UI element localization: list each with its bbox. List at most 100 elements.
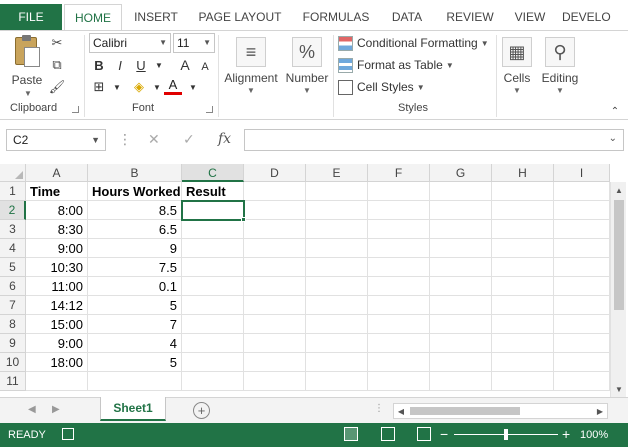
cancel-icon[interactable]: ✕	[148, 131, 160, 148]
cell-h3[interactable]	[492, 220, 554, 239]
cell-a10[interactable]: 18:00	[26, 353, 88, 372]
scroll-down-icon[interactable]: ▼	[611, 381, 627, 397]
chevron-down-icon[interactable]: ⌄	[609, 133, 617, 144]
formula-input[interactable]: ⌄	[244, 129, 624, 151]
font-size-combo[interactable]: 11 ▼	[173, 33, 215, 53]
cell-a1[interactable]: Time	[26, 182, 88, 201]
cell-f8[interactable]	[368, 315, 430, 334]
cell-g8[interactable]	[430, 315, 492, 334]
cell-c9[interactable]	[182, 334, 244, 353]
name-box[interactable]: C2 ▼	[6, 129, 106, 151]
cell-a8[interactable]: 15:00	[26, 315, 88, 334]
font-name-combo[interactable]: Calibri ▼	[89, 33, 171, 53]
cell-i3[interactable]	[554, 220, 610, 239]
cell-f5[interactable]	[368, 258, 430, 277]
row-header-3[interactable]: 3	[0, 220, 26, 239]
sheet-tab[interactable]: Sheet1	[100, 397, 166, 421]
cell-i7[interactable]	[554, 296, 610, 315]
row-header-1[interactable]: 1	[0, 182, 26, 201]
alignment-button[interactable]: ≡ Alignment ▼	[224, 35, 278, 99]
cell-e9[interactable]	[306, 334, 368, 353]
cell-c11[interactable]	[182, 372, 244, 391]
column-header-f[interactable]: F	[368, 164, 430, 182]
cell-g6[interactable]	[430, 277, 492, 296]
cell-h2[interactable]	[492, 201, 554, 220]
cell-c3[interactable]	[182, 220, 244, 239]
cell-g11[interactable]	[430, 372, 492, 391]
normal-view-icon[interactable]	[344, 427, 358, 441]
cell-i5[interactable]	[554, 258, 610, 277]
chevron-down-icon[interactable]: ▼	[150, 56, 168, 74]
sheet-next-icon[interactable]: ▶	[52, 404, 60, 415]
cell-i6[interactable]	[554, 277, 610, 296]
cell-e4[interactable]	[306, 239, 368, 258]
italic-button[interactable]: I	[111, 56, 129, 74]
editing-button[interactable]: ⚲ Editing ▼	[540, 35, 580, 99]
cell-b7[interactable]: 5	[88, 296, 182, 315]
cell-d7[interactable]	[244, 296, 306, 315]
tab-developer[interactable]: DEVELO	[562, 4, 628, 30]
cell-d10[interactable]	[244, 353, 306, 372]
cell-d5[interactable]	[244, 258, 306, 277]
paste-button[interactable]: Paste ▼	[8, 35, 46, 99]
cell-i11[interactable]	[554, 372, 610, 391]
cell-b4[interactable]: 9	[88, 239, 182, 258]
cell-i9[interactable]	[554, 334, 610, 353]
tab-home[interactable]: HOME	[64, 4, 122, 30]
cell-a5[interactable]: 10:30	[26, 258, 88, 277]
select-all-button[interactable]	[0, 164, 26, 182]
underline-button[interactable]: U	[132, 56, 150, 74]
cell-b9[interactable]: 4	[88, 334, 182, 353]
row-header-7[interactable]: 7	[0, 296, 26, 315]
column-header-e[interactable]: E	[306, 164, 368, 182]
scroll-thumb[interactable]	[614, 200, 624, 310]
cell-e1[interactable]	[306, 182, 368, 201]
format-as-table-button[interactable]: Format as Table ▼	[338, 55, 454, 75]
column-header-b[interactable]: B	[88, 164, 182, 182]
cell-b6[interactable]: 0.1	[88, 277, 182, 296]
cell-d3[interactable]	[244, 220, 306, 239]
conditional-formatting-button[interactable]: Conditional Formatting ▼	[338, 33, 489, 53]
cell-a7[interactable]: 14:12	[26, 296, 88, 315]
cell-e8[interactable]	[306, 315, 368, 334]
row-header-6[interactable]: 6	[0, 277, 26, 296]
cell-e11[interactable]	[306, 372, 368, 391]
cell-e7[interactable]	[306, 296, 368, 315]
cell-g1[interactable]	[430, 182, 492, 201]
tab-review[interactable]: REVIEW	[442, 4, 498, 30]
cell-styles-button[interactable]: Cell Styles ▼	[338, 77, 425, 97]
cell-f4[interactable]	[368, 239, 430, 258]
tab-view[interactable]: VIEW	[510, 4, 550, 30]
cell-d2[interactable]	[244, 201, 306, 220]
cell-d9[interactable]	[244, 334, 306, 353]
shrink-font-button[interactable]: A	[196, 58, 214, 76]
cell-d6[interactable]	[244, 277, 306, 296]
cell-a9[interactable]: 9:00	[26, 334, 88, 353]
column-header-g[interactable]: G	[430, 164, 492, 182]
add-sheet-button[interactable]: +	[193, 402, 210, 419]
scroll-right-icon[interactable]: ▶	[593, 404, 607, 418]
cell-i4[interactable]	[554, 239, 610, 258]
row-header-9[interactable]: 9	[0, 334, 26, 353]
cell-h6[interactable]	[492, 277, 554, 296]
row-header-4[interactable]: 4	[0, 239, 26, 258]
cell-g3[interactable]	[430, 220, 492, 239]
cell-c4[interactable]	[182, 239, 244, 258]
row-header-11[interactable]: 11	[0, 372, 26, 391]
cell-a2[interactable]: 8:00	[26, 201, 88, 220]
cell-g7[interactable]	[430, 296, 492, 315]
cell-a3[interactable]: 8:30	[26, 220, 88, 239]
cell-g4[interactable]	[430, 239, 492, 258]
scroll-thumb[interactable]	[410, 407, 520, 415]
column-header-c[interactable]: C	[182, 164, 244, 182]
scroll-up-icon[interactable]: ▲	[611, 182, 627, 198]
cell-f9[interactable]	[368, 334, 430, 353]
cell-b10[interactable]: 5	[88, 353, 182, 372]
cell-h4[interactable]	[492, 239, 554, 258]
font-color-button[interactable]: A	[164, 77, 182, 95]
cells-button[interactable]: ▦ Cells ▼	[500, 35, 534, 99]
cell-e2[interactable]	[306, 201, 368, 220]
cell-h10[interactable]	[492, 353, 554, 372]
borders-icon[interactable]: ⊞	[90, 78, 108, 96]
fill-color-icon[interactable]: ◈	[130, 78, 148, 96]
